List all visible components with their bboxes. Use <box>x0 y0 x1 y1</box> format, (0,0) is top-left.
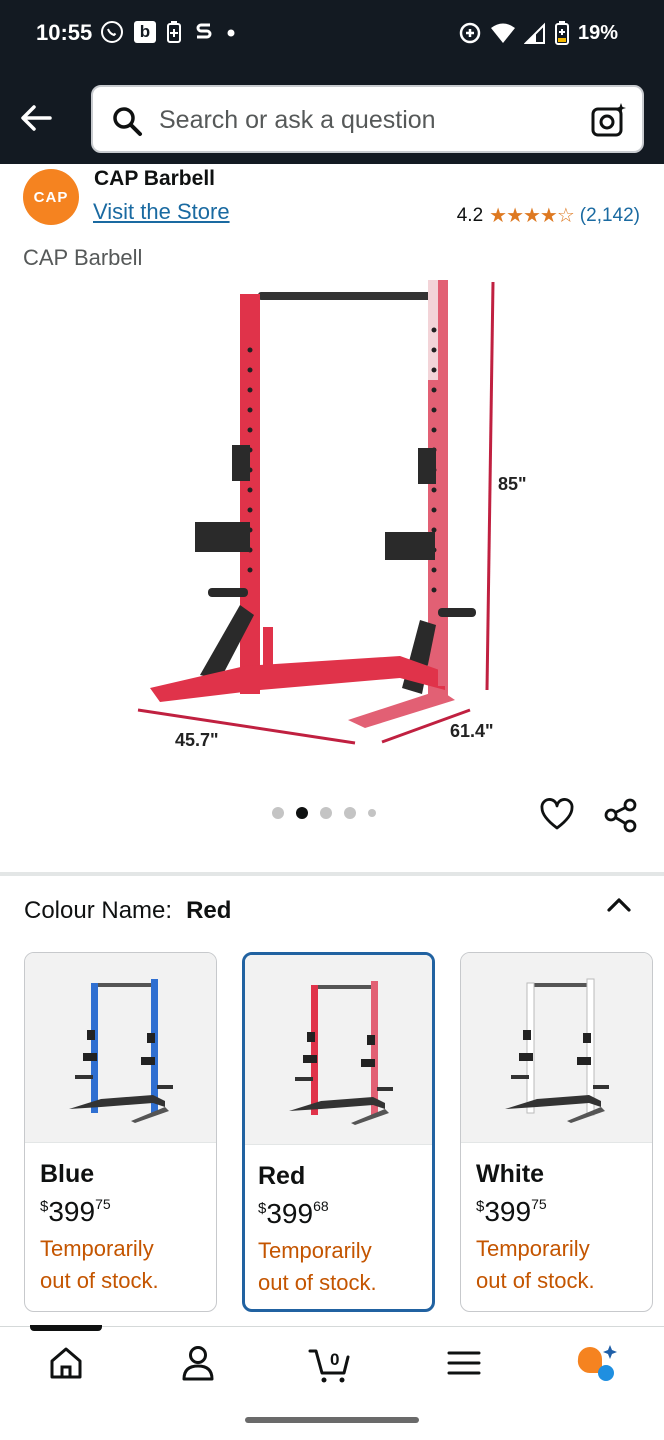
status-time: 10:55 <box>36 20 93 45</box>
swatch-stock-status: Temporarily out of stock. <box>40 1236 159 1293</box>
b-icon: b <box>134 21 156 43</box>
system-icons: 19% <box>458 20 618 46</box>
home-icon[interactable] <box>44 1341 88 1385</box>
swatch-name: Blue <box>40 1160 95 1188</box>
wifi-icon <box>490 23 515 43</box>
battery-percent: 19% <box>577 21 618 44</box>
back-arrow-icon[interactable] <box>16 98 56 138</box>
dimension-width: 45.7" <box>175 730 219 750</box>
swatch-stock-status: Temporarily out of stock. <box>476 1236 595 1293</box>
cart-icon[interactable]: 0 <box>308 1341 352 1385</box>
swatch-price: $39968 <box>258 1198 329 1229</box>
section-divider <box>0 872 664 876</box>
search-placeholder: Search or ask a question <box>159 106 436 134</box>
battery-icon <box>554 21 569 45</box>
colour-selected-value: Red <box>186 897 232 924</box>
rating-value: 4.2 <box>456 204 484 226</box>
carousel-dot[interactable] <box>344 807 356 819</box>
dimension-depth: 61.4" <box>450 721 494 741</box>
swatch-price: $39975 <box>40 1196 111 1227</box>
account-icon[interactable] <box>176 1341 220 1385</box>
rating-summary[interactable]: 4.2 ★★★★☆ (2,142) <box>457 203 640 228</box>
heart-icon[interactable] <box>539 797 575 833</box>
colour-swatch-red[interactable]: Red $39968 Temporarily out of stock. <box>242 952 435 1312</box>
swatch-image-white <box>461 953 652 1143</box>
colour-name-label: Colour Name: <box>24 897 173 924</box>
carousel-dot[interactable] <box>368 809 376 817</box>
star-rating-icon: ★★★★☆ <box>489 205 575 227</box>
status-bar: 10:55 b 19% <box>0 0 664 70</box>
carousel-dot[interactable] <box>320 807 332 819</box>
data-saver-icon <box>459 22 481 44</box>
swatch-name: Red <box>258 1162 306 1190</box>
colour-swatch-blue[interactable]: Blue $39975 Temporarily out of stock. <box>24 952 217 1312</box>
colour-name-row: Colour Name: Red <box>24 897 231 925</box>
swatch-price: $39975 <box>476 1196 547 1227</box>
carousel-dot-active[interactable] <box>296 807 308 819</box>
dimension-height: 85" <box>498 474 527 494</box>
rating-count-link[interactable]: (2,142) <box>580 205 640 227</box>
brand-subtitle: CAP Barbell <box>23 245 143 270</box>
swatch-image-red <box>245 955 432 1145</box>
bottom-navigation: 0 <box>0 1325 664 1440</box>
camera-search-icon[interactable] <box>590 101 628 139</box>
share-icon[interactable] <box>603 797 639 833</box>
chevron-up-icon[interactable] <box>604 890 634 920</box>
swatch-stock-status: Temporarily out of stock. <box>258 1238 377 1295</box>
s-icon <box>196 23 212 39</box>
gesture-bar[interactable] <box>245 1417 419 1423</box>
dot-icon <box>227 29 235 37</box>
battery-saver-icon <box>167 21 181 43</box>
carousel-dot[interactable] <box>272 807 284 819</box>
brand-logo[interactable]: CAP <box>23 169 79 225</box>
notification-icons: b <box>100 20 236 44</box>
nav-active-indicator <box>30 1325 102 1331</box>
signal-icon <box>523 22 545 44</box>
swatch-image-blue <box>25 953 216 1143</box>
cart-count: 0 <box>330 1350 339 1369</box>
visit-store-link[interactable]: Visit the Store <box>93 199 230 225</box>
search-input[interactable]: Search or ask a question <box>91 85 644 153</box>
whatsapp-icon <box>101 21 123 43</box>
colour-swatch-white[interactable]: White $39975 Temporarily out of stock. <box>460 952 653 1312</box>
menu-icon[interactable] <box>442 1341 486 1385</box>
swatch-name: White <box>476 1160 545 1188</box>
image-carousel-dots[interactable] <box>272 807 376 819</box>
search-header: Search or ask a question <box>0 70 664 164</box>
brand-name: CAP Barbell <box>94 167 215 190</box>
rufus-icon[interactable] <box>574 1341 618 1385</box>
product-image[interactable]: 85" 45.7" 61.4" <box>120 270 540 750</box>
search-icon <box>113 107 142 136</box>
